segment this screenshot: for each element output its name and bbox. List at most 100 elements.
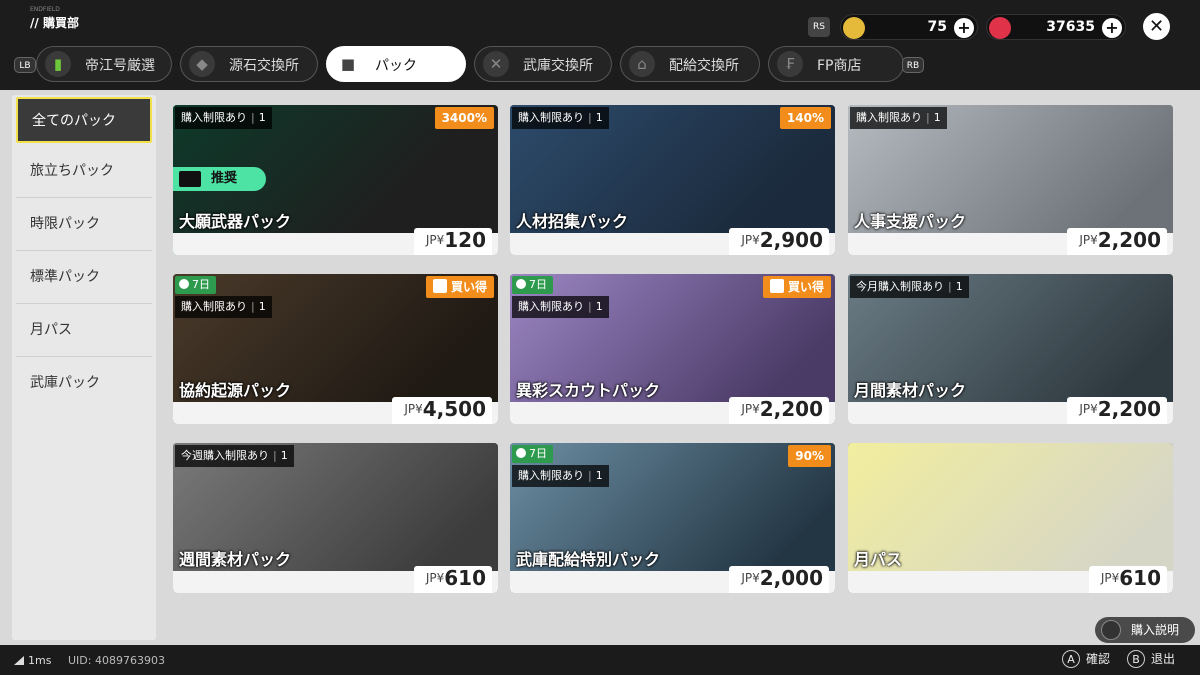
sidebar-item-departure[interactable]: 旅立ちパック	[16, 145, 152, 197]
sidebar-item-limited-time[interactable]: 時限パック	[16, 198, 152, 250]
close-button[interactable]: ✕	[1143, 13, 1170, 40]
purchase-limit-tag: 購入制限あり | 1	[512, 107, 609, 129]
pack-price: JP¥2,200	[1067, 228, 1167, 255]
confirm-button[interactable]: A 確認	[1062, 650, 1110, 668]
tab-armory-exchange[interactable]: ✕ 武庫交換所	[474, 46, 612, 82]
tab-label: 源石交換所	[229, 58, 299, 74]
pack-name: 大願武器パック	[179, 212, 292, 231]
sidebar-item-monthly-pass[interactable]: 月パス	[16, 304, 152, 356]
currency-originium: 75 +	[840, 14, 978, 40]
add-originium-button[interactable]: +	[954, 18, 974, 38]
pack-price: JP¥4,500	[392, 397, 492, 424]
tab-originium-exchange[interactable]: ◆ 源石交換所	[180, 46, 318, 82]
pack-price: JP¥610	[413, 566, 492, 593]
tab-label: 配給交換所	[669, 58, 739, 74]
pack-card[interactable]: 7日 購入制限あり | 1 買い得 協約起源パック JP¥4,500	[173, 274, 498, 424]
pack-price: JP¥610	[1088, 566, 1167, 593]
bargain-badge: 買い得	[425, 276, 494, 298]
pack-name: 週間素材パック	[179, 550, 292, 569]
thumb-up-icon	[179, 171, 201, 187]
pack-price: JP¥120	[413, 228, 492, 255]
top-bar: ENDFIELD // 購買部 RS 75 + 37635 + ✕ LB ▮ 帝…	[0, 0, 1200, 90]
lb-hint: LB	[14, 57, 36, 73]
page-title: // 購買部	[30, 16, 79, 30]
pack-card[interactable]: 購入制限あり | 1 140% 人材招集パック JP¥2,900	[510, 105, 835, 255]
rs-button-hint: RS	[808, 17, 830, 37]
tab-supply-exchange[interactable]: ⌂ 配給交換所	[620, 46, 760, 82]
bonus-badge: 140%	[779, 107, 831, 129]
tab-dijiang-selection[interactable]: ▮ 帝江号厳選	[36, 46, 172, 82]
tab-label: 武庫交換所	[523, 58, 593, 74]
sidebar-item-all-packs[interactable]: 全てのパック	[16, 97, 152, 143]
crossed-swords-icon: ✕	[483, 51, 509, 77]
time-limit-tag: 7日	[175, 276, 216, 294]
pack-card[interactable]: 今月購入制限あり | 1 月間素材パック JP¥2,200	[848, 274, 1173, 424]
ping-indicator: 1ms	[14, 654, 51, 667]
clock-icon	[516, 448, 526, 458]
sidebar-item-armory-packs[interactable]: 武庫パック	[16, 357, 152, 409]
purchase-limit-tag: 今月購入制限あり | 1	[850, 276, 969, 298]
bonus-badge: 3400%	[434, 107, 494, 129]
crystal-icon: ◆	[189, 51, 215, 77]
add-orundum-button[interactable]: +	[1102, 18, 1122, 38]
purchase-limit-tag: 購入制限あり | 1	[850, 107, 947, 129]
orundum-value: 37635	[1046, 19, 1095, 35]
thumb-up-icon	[432, 279, 447, 293]
pack-card[interactable]: 7日 購入制限あり | 1 買い得 異彩スカウトパック JP¥2,200	[510, 274, 835, 424]
pack-name: 月パス	[854, 550, 903, 569]
purchase-limit-tag: 購入制限あり | 1	[512, 465, 609, 487]
pack-price: JP¥2,200	[1067, 397, 1167, 424]
recommend-tag: 推奨	[173, 167, 266, 191]
pack-name: 人事支援パック	[854, 212, 967, 231]
pack-card[interactable]: 購入制限あり | 1 3400% 推奨 大願武器パック JP¥120	[173, 105, 498, 255]
pack-card[interactable]: 月パス JP¥610	[848, 443, 1173, 593]
pack-name: 人材招集パック	[516, 212, 629, 231]
clock-icon	[179, 279, 189, 289]
time-limit-tag: 7日	[512, 445, 553, 463]
pack-name: 異彩スカウトパック	[516, 381, 661, 400]
a-button-icon: A	[1062, 650, 1080, 668]
thumb-up-icon	[769, 279, 784, 293]
pack-name: 月間素材パック	[854, 381, 967, 400]
info-icon	[1101, 620, 1121, 640]
fp-icon: ₣	[777, 51, 803, 77]
pack-category-sidebar: 全てのパック 旅立ちパック 時限パック 標準パック 月パス 武庫パック	[12, 95, 156, 640]
signal-icon	[14, 656, 24, 665]
pack-name: 協約起源パック	[179, 381, 292, 400]
pack-card[interactable]: 購入制限あり | 1 人事支援パック JP¥2,200	[848, 105, 1173, 255]
brand: ENDFIELD // 購買部	[30, 6, 79, 31]
user-id: UID: 4089763903	[68, 654, 165, 667]
basket-icon: ⌂	[629, 51, 655, 77]
tab-label: FP商店	[817, 58, 862, 74]
pack-card[interactable]: 今週購入制限あり | 1 週間素材パック JP¥610	[173, 443, 498, 593]
purchase-limit-tag: 購入制限あり | 1	[175, 296, 272, 318]
purchase-limit-tag: 購入制限あり | 1	[175, 107, 272, 129]
brand-logo: ENDFIELD	[30, 6, 60, 13]
clock-icon	[516, 279, 526, 289]
tab-label: パック	[375, 58, 417, 74]
purchase-limit-tag: 購入制限あり | 1	[512, 296, 609, 318]
thumb-up-icon: ▮	[45, 51, 71, 77]
purchase-help-button[interactable]: 購入説明	[1095, 617, 1195, 643]
originium-value: 75	[927, 19, 947, 35]
purchase-limit-tag: 今週購入制限あり | 1	[175, 445, 294, 467]
bargain-badge: 買い得	[762, 276, 831, 298]
orundum-icon	[989, 17, 1011, 39]
originium-icon	[843, 17, 865, 39]
time-limit-tag: 7日	[512, 276, 553, 294]
sidebar-item-standard[interactable]: 標準パック	[16, 251, 152, 303]
pack-name: 武庫配給特別パック	[516, 550, 661, 569]
tab-packs[interactable]: ■ パック	[326, 46, 466, 82]
rb-hint: RB	[902, 57, 924, 73]
pack-price: JP¥2,200	[729, 397, 829, 424]
pack-price: JP¥2,000	[729, 566, 829, 593]
pack-price: JP¥2,900	[729, 228, 829, 255]
bonus-badge: 90%	[788, 445, 831, 467]
pack-card[interactable]: 7日 購入制限あり | 1 90% 武庫配給特別パック JP¥2,000	[510, 443, 835, 593]
bottom-bar: 1ms UID: 4089763903 A 確認 B 退出	[0, 645, 1200, 675]
tab-fp-shop[interactable]: ₣ FP商店	[768, 46, 904, 82]
exit-button[interactable]: B 退出	[1127, 650, 1175, 668]
b-button-icon: B	[1127, 650, 1145, 668]
tab-label: 帝江号厳選	[85, 58, 155, 74]
currency-orundum: 37635 +	[986, 14, 1126, 40]
